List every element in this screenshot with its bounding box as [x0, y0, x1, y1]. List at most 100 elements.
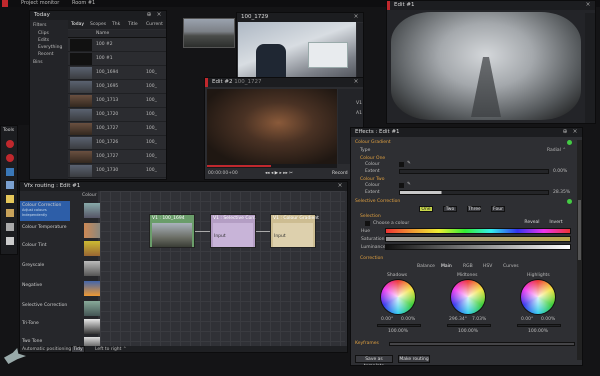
effect-tri-tone[interactable]: Tri-Tone: [20, 319, 70, 334]
pin-icon[interactable]: ⊕: [146, 12, 152, 18]
list-item[interactable]: 100_1713 100_: [68, 94, 166, 108]
colour-one-extent-slider[interactable]: [399, 169, 549, 174]
shadows-sat-value[interactable]: 0.00%: [401, 317, 415, 322]
shadows-level-value[interactable]: 100.00%: [388, 329, 408, 334]
colour-one-swatch[interactable]: [399, 162, 404, 167]
source-node[interactable]: V1 : 100_1694: [149, 214, 195, 248]
tab-hsv[interactable]: HSV: [483, 264, 492, 269]
enable-icon[interactable]: [567, 199, 572, 204]
sidebar-recent[interactable]: Recent: [38, 52, 54, 57]
shadows-hue-value[interactable]: 0.00°: [381, 317, 393, 322]
tab-two[interactable]: Two: [443, 206, 457, 212]
effect-greyscale[interactable]: Greyscale: [20, 261, 70, 276]
track-a1[interactable]: A1: [356, 111, 362, 116]
section-selective-correction[interactable]: Selective Correction: [355, 199, 400, 204]
effect-colour-correction[interactable]: Colour Correction Adjust colours Independe…: [20, 201, 70, 221]
col-name[interactable]: Name: [96, 31, 109, 36]
tab-rgb[interactable]: RGB: [463, 264, 473, 269]
tab-current[interactable]: Current: [146, 22, 163, 27]
sidebar-edits[interactable]: Edits: [38, 38, 49, 43]
tab-three[interactable]: Three: [467, 206, 481, 212]
tab-today[interactable]: Today: [71, 22, 84, 27]
tidy-button[interactable]: Tidy: [71, 346, 85, 352]
list-item[interactable]: 100_1694 100_: [68, 66, 166, 80]
close-icon[interactable]: ×: [353, 79, 359, 85]
colour-one-extent-value[interactable]: 0.00%: [553, 169, 567, 174]
list-item[interactable]: 100_1695 100_: [68, 80, 166, 94]
shadows-level-slider[interactable]: [377, 324, 421, 327]
invert-toggle[interactable]: Invert: [547, 220, 565, 226]
effects-scrollbar[interactable]: [577, 140, 582, 360]
saturation-slider[interactable]: [385, 236, 571, 242]
folder-tool-icon[interactable]: [6, 195, 14, 203]
make-routing-button[interactable]: Make routing: [398, 355, 430, 363]
colour-gradient-node[interactable]: V1 : Colour Gradient Input: [270, 214, 319, 248]
colour-two-extent-slider[interactable]: [399, 190, 549, 195]
audio-tool-icon[interactable]: [6, 168, 14, 176]
highlights-level-value[interactable]: 100.00%: [528, 329, 548, 334]
edit2-video-frame[interactable]: [207, 89, 337, 164]
highlights-colour-wheel[interactable]: [521, 280, 555, 314]
selection-header[interactable]: Selection: [360, 214, 381, 219]
effect-negative[interactable]: Negative: [20, 281, 70, 296]
list-item[interactable]: 100_1727 100_: [68, 122, 166, 136]
colour-two-swatch[interactable]: [399, 183, 404, 188]
list-item[interactable]: 100_1727 100_: [68, 150, 166, 164]
sidebar-bins[interactable]: Bins: [33, 60, 43, 65]
record-tool-icon[interactable]: [6, 140, 14, 148]
highlights-level-slider[interactable]: [517, 324, 561, 327]
tab-one[interactable]: One: [419, 206, 433, 212]
tab-balance[interactable]: Balance: [417, 264, 435, 269]
effect-colour-temperature[interactable]: Colour Temperature: [20, 223, 70, 238]
colour-one-header[interactable]: Colour One: [360, 156, 385, 161]
eyedropper-icon[interactable]: ✎: [407, 182, 411, 187]
tab-title[interactable]: Title: [128, 22, 138, 27]
tab-thk[interactable]: Thk: [112, 22, 120, 27]
reveal-toggle[interactable]: Reveal: [523, 220, 541, 226]
close-icon[interactable]: ×: [353, 14, 359, 20]
type-dropdown[interactable]: Radial ⌃: [547, 148, 566, 153]
edit2-timecode[interactable]: 00:00:00+00: [208, 171, 238, 176]
sidebar-filters[interactable]: Filters: [33, 23, 47, 28]
midtones-colour-wheel[interactable]: [451, 280, 485, 314]
edit-tool-icon[interactable]: [6, 154, 14, 162]
list-item[interactable]: 100_1720 100_: [68, 108, 166, 122]
close-icon[interactable]: ×: [585, 2, 591, 8]
transport-controls-icon[interactable]: ◂◂ ◂ ▶ ▸ ▸▸ ✂: [265, 171, 293, 176]
record-button[interactable]: Record: [332, 171, 348, 176]
vfx-tool-icon[interactable]: [6, 181, 14, 189]
choose-colour-label[interactable]: Choose a colour: [373, 221, 409, 226]
edit1-video-frame[interactable]: [391, 12, 581, 120]
settings-tool-icon[interactable]: [6, 237, 14, 245]
colour-two-header[interactable]: Colour Two: [360, 177, 384, 182]
highlights-hue-value[interactable]: 0.00°: [521, 317, 533, 322]
midtones-sat-value[interactable]: 7.03%: [472, 317, 486, 322]
midtones-hue-value[interactable]: 296.34°: [449, 317, 467, 322]
tab-four[interactable]: Four: [491, 206, 505, 212]
colour-two-extent-value[interactable]: 28.35%: [553, 190, 570, 195]
menu-icon[interactable]: [2, 0, 8, 7]
track-v1[interactable]: V1: [356, 101, 362, 106]
midtones-level-value[interactable]: 100.00%: [458, 329, 478, 334]
keyframes-header[interactable]: Keyframes: [355, 341, 379, 346]
effect-colour-tint[interactable]: Colour Tint: [20, 241, 70, 256]
close-icon[interactable]: ×: [572, 129, 578, 135]
eyedropper-icon[interactable]: ✎: [407, 161, 411, 166]
effects-category[interactable]: Colour: [82, 193, 97, 198]
list-item[interactable]: 100_1726 100_: [68, 136, 166, 150]
tab-curves[interactable]: Curves: [503, 264, 519, 269]
close-icon[interactable]: ×: [337, 183, 343, 189]
save-template-button[interactable]: Save as template: [355, 355, 393, 365]
shadows-colour-wheel[interactable]: [381, 280, 415, 314]
correction-header[interactable]: Correction: [360, 256, 383, 261]
list-item[interactable]: 100_1730 100_: [68, 164, 166, 178]
effect-selective-correction[interactable]: Selective Correction: [20, 301, 70, 316]
selective-corr-node[interactable]: V1 : Selective Corr. Input: [210, 214, 256, 248]
hue-slider[interactable]: [385, 228, 571, 234]
section-colour-gradient[interactable]: Colour Gradient: [355, 140, 391, 145]
choose-colour-swatch[interactable]: [365, 221, 370, 226]
scrollbar-thumb[interactable]: [578, 200, 581, 260]
list-item[interactable]: 100 #2: [68, 38, 166, 52]
highlights-sat-value[interactable]: 0.00%: [541, 317, 555, 322]
edit2-scrubber[interactable]: [207, 164, 337, 168]
